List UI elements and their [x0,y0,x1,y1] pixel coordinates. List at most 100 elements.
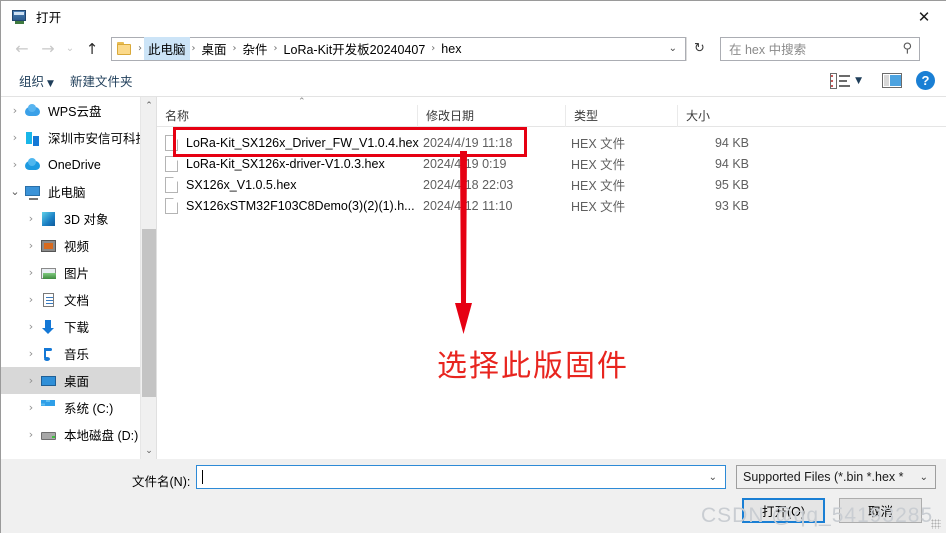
file-name: SX126xSTM32F103C8Demo(3)(2)(1).h... [186,198,415,213]
column-header-date[interactable]: 修改日期 [417,104,565,127]
file-size: 95 KB [714,177,749,192]
hex-file-icon [165,155,178,172]
table-row[interactable]: SX126xSTM32F103C8Demo(3)(2)(1).h... 2024/… [157,195,946,216]
chevron-right-icon[interactable]: › [7,104,23,117]
file-name: LoRa-Kit_SX126x-driver-V1.0.3.hex [186,156,385,171]
sidebar-item-1[interactable]: › 深圳市安信可科技 [1,124,156,151]
search-icon[interactable]: ⚲ [902,41,912,56]
music-icon [40,346,57,362]
sidebar-scrollbar[interactable]: ⌃ ⌄ [140,97,156,459]
breadcrumb-separator: › [138,43,142,54]
filter-value: Supported Files (*.bin *.hex * [743,470,904,484]
downloads-icon [40,319,57,335]
chevron-down-icon[interactable]: ⌄ [61,36,79,62]
chevron-down-icon: ⌄ [919,471,928,483]
close-icon[interactable]: ✕ [901,1,946,32]
chevron-right-icon[interactable]: › [23,212,39,225]
column-header-size[interactable]: 大小 [677,104,757,127]
arrow-up-icon[interactable]: ↑ [79,36,105,62]
sidebar-item-9[interactable]: › 音乐 [1,340,156,367]
scroll-up-icon[interactable]: ⌃ [141,97,157,114]
new-folder-button[interactable]: 新建文件夹 [62,67,141,94]
sidebar-item-7[interactable]: › 文档 [1,286,156,313]
filename-input[interactable]: ⌄ [196,465,726,489]
command-toolbar: 组织 ▼ 新建文件夹 ▼ ? [1,65,946,97]
chevron-right-icon[interactable]: › [7,158,23,171]
sidebar-item-label: 本地磁盘 (D:) [64,429,139,443]
column-header-name[interactable]: 名称 [157,105,417,127]
organize-button[interactable]: 组织 ▼ [11,67,62,94]
address-dropdown-icon[interactable]: ⌄ [661,43,685,54]
sidebar-item-3[interactable]: ⌄ 此电脑 [1,178,156,205]
3d-objects-icon [40,211,57,227]
desktop-icon [40,373,57,389]
sidebar-item-label: 深圳市安信可科技 [48,132,149,146]
toolbar-right-group: ▼ ? [830,71,935,90]
file-size: 94 KB [714,156,749,171]
file-date: 2024/4/18 22:03 [423,177,514,192]
sidebar-item-label: 系统 (C:) [64,402,114,416]
resize-grip[interactable] [931,519,941,529]
preview-pane-icon[interactable] [882,73,902,88]
cancel-button[interactable]: 取消 [839,498,922,523]
address-bar[interactable]: › 此电脑 › 桌面 › 杂件 › LoRa-Kit开发板20240407 › … [111,36,686,61]
breadcrumb-item-3[interactable]: LoRa-Kit开发板20240407 [280,37,430,60]
breadcrumb-separator: › [191,43,196,54]
chevron-right-icon[interactable]: › [23,428,39,441]
arrow-left-icon[interactable]: ← [9,36,35,62]
sidebar-item-label: 文档 [64,294,90,308]
filename-dropdown-icon[interactable]: ⌄ [709,472,717,483]
table-row[interactable]: SX126x_V1.0.5.hex 2024/4/18 22:03 HEX 文件 95… [157,174,946,195]
sidebar-item-12[interactable]: › 本地磁盘 (D:) [1,421,156,448]
file-type: HEX 文件 [571,200,626,214]
file-date: 2024/4/19 11:18 [423,135,513,150]
sidebar-item-6[interactable]: › 图片 [1,259,156,286]
chevron-right-icon[interactable]: › [23,266,39,279]
chevron-down-icon[interactable]: ⌄ [7,185,23,198]
view-layout-icon[interactable] [830,72,851,89]
navigation-pane: › WPS云盘 › 深圳市安信可科技 › OneDrive ⌄ 此电脑 › 3D 对象 › 视频 › 图片… [1,97,156,459]
breadcrumb-item-0[interactable]: 此电脑 [144,37,190,60]
refresh-icon[interactable]: ↻ [686,36,712,61]
hex-file-icon [165,197,178,214]
open-button[interactable]: 打开(O) [742,498,825,523]
search-input[interactable]: 在 hex 中搜索 ⚲ [720,36,920,61]
sidebar-item-4[interactable]: › 3D 对象 [1,205,156,232]
file-size: 94 KB [714,135,749,150]
sidebar-item-11[interactable]: › 系统 (C:) [1,394,156,421]
title-bar: 打开 ✕ [1,1,946,32]
chevron-right-icon[interactable]: › [23,347,39,360]
chevron-right-icon[interactable]: › [23,320,39,333]
sidebar-item-10[interactable]: › 桌面 [1,367,156,394]
navigation-bar: ← → ⌄ ↑ › 此电脑 › 桌面 › 杂件 › LoRa-Kit开发板202… [1,32,946,65]
sidebar-item-8[interactable]: › 下载 [1,313,156,340]
file-type-filter[interactable]: Supported Files (*.bin *.hex * ⌄ [736,465,936,489]
chevron-right-icon[interactable]: › [23,293,39,306]
table-row[interactable]: LoRa-Kit_SX126x_Driver_FW_V1.0.4.hex 2024… [157,132,946,153]
chevron-right-icon[interactable]: › [23,401,39,414]
videos-icon [40,238,57,254]
scrollbar-thumb[interactable] [142,229,156,397]
file-date: 2024/4/19 0:19 [423,156,507,171]
breadcrumb-item-4[interactable]: hex [437,40,465,58]
sidebar-item-label: 桌面 [64,375,90,389]
table-row[interactable]: LoRa-Kit_SX126x-driver-V1.0.3.hex 2024/4/… [157,153,946,174]
arrow-right-icon[interactable]: → [35,36,61,62]
view-dropdown-icon[interactable]: ▼ [855,76,862,86]
column-header-type[interactable]: 类型 [565,104,677,127]
chevron-right-icon[interactable]: › [23,239,39,252]
sidebar-item-2[interactable]: › OneDrive [1,151,156,178]
drive-icon [40,427,57,443]
chevron-right-icon[interactable]: › [7,131,23,144]
chevron-right-icon[interactable]: › [23,374,39,387]
sidebar-item-0[interactable]: › WPS云盘 [1,97,156,124]
breadcrumb-item-1[interactable]: 桌面 [198,37,231,60]
file-size: 93 KB [714,198,749,213]
scroll-down-icon[interactable]: ⌄ [141,442,157,459]
sidebar-item-label: 视频 [64,240,90,254]
file-date: 2024/4/12 11:10 [423,198,513,213]
sidebar-item-5[interactable]: › 视频 [1,232,156,259]
help-icon[interactable]: ? [916,71,935,90]
breadcrumb-item-2[interactable]: 杂件 [239,37,272,60]
file-type: HEX 文件 [571,158,626,172]
